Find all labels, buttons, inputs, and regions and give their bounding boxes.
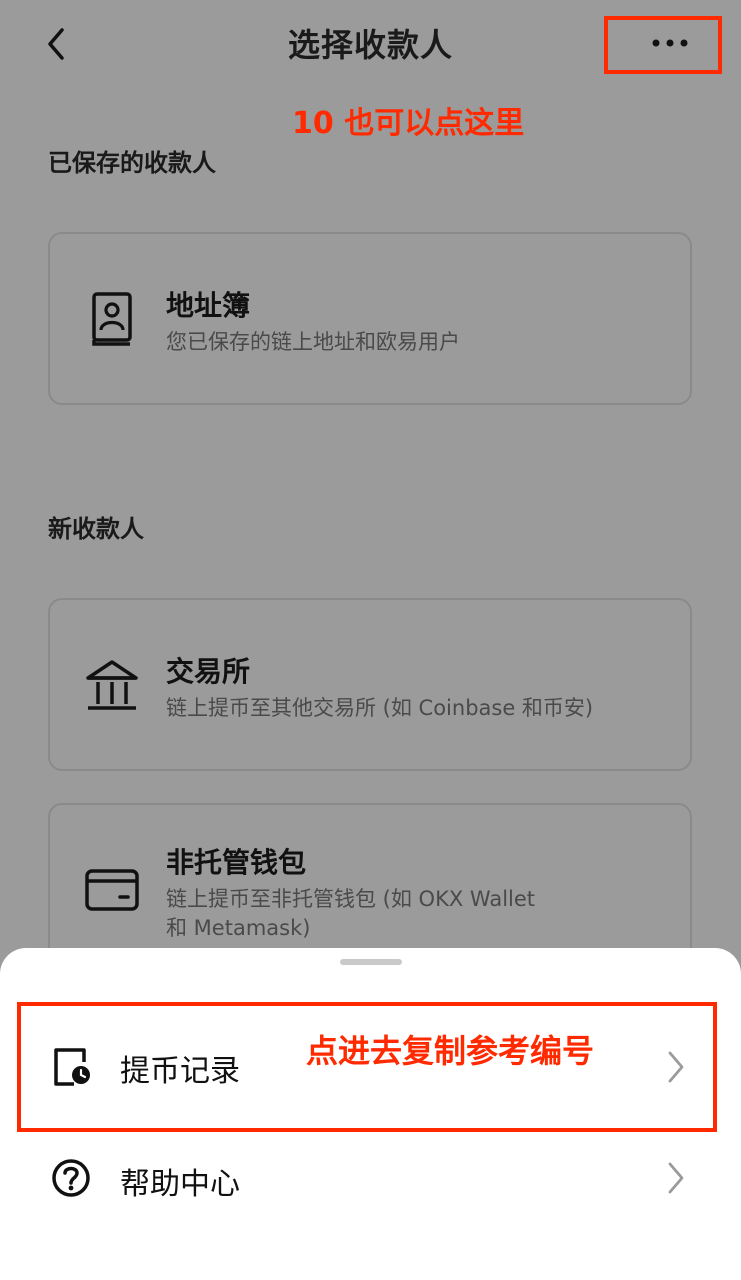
- saved-recipients-heading: 已保存的收款人: [48, 149, 216, 177]
- address-book-icon: [88, 290, 136, 352]
- help-center-item[interactable]: 帮助中心: [0, 1132, 741, 1228]
- card-title: 非托管钱包: [166, 846, 307, 879]
- withdrawal-history-label: 提币记录: [120, 1054, 240, 1089]
- card-title: 地址簿: [166, 289, 251, 322]
- help-center-label: 帮助中心: [120, 1167, 240, 1202]
- more-button[interactable]: [648, 30, 696, 56]
- chevron-right-icon: [664, 1048, 688, 1086]
- card-subtitle: 链上提币至其他交易所 (如 Coinbase 和币安): [166, 696, 594, 720]
- card-subtitle: 您已保存的链上地址和欧易用户: [166, 330, 460, 354]
- withdrawal-history-icon: [52, 1046, 94, 1092]
- bank-icon: [84, 658, 140, 718]
- card-title: 交易所: [166, 655, 251, 688]
- sheet-drag-handle[interactable]: [340, 959, 402, 965]
- more-horizontal-icon: [652, 39, 688, 47]
- address-book-card[interactable]: 地址簿 您已保存的链上地址和欧易用户: [48, 232, 692, 405]
- annotation-more-hint: 10 也可以点这里: [292, 106, 525, 141]
- chevron-right-icon: [664, 1159, 688, 1197]
- wallet-icon: [84, 865, 140, 919]
- card-subtitle-line1: 链上提币至非托管钱包 (如 OKX Wallet: [166, 887, 536, 911]
- help-circle-icon: [50, 1157, 92, 1203]
- exchange-card[interactable]: 交易所 链上提币至其他交易所 (如 Coinbase 和币安): [48, 598, 692, 771]
- annotation-records-hint: 点进去复制参考编号: [306, 1032, 595, 1070]
- card-subtitle-line2: 和 Metamask): [166, 916, 311, 940]
- new-recipients-heading: 新收款人: [48, 515, 144, 543]
